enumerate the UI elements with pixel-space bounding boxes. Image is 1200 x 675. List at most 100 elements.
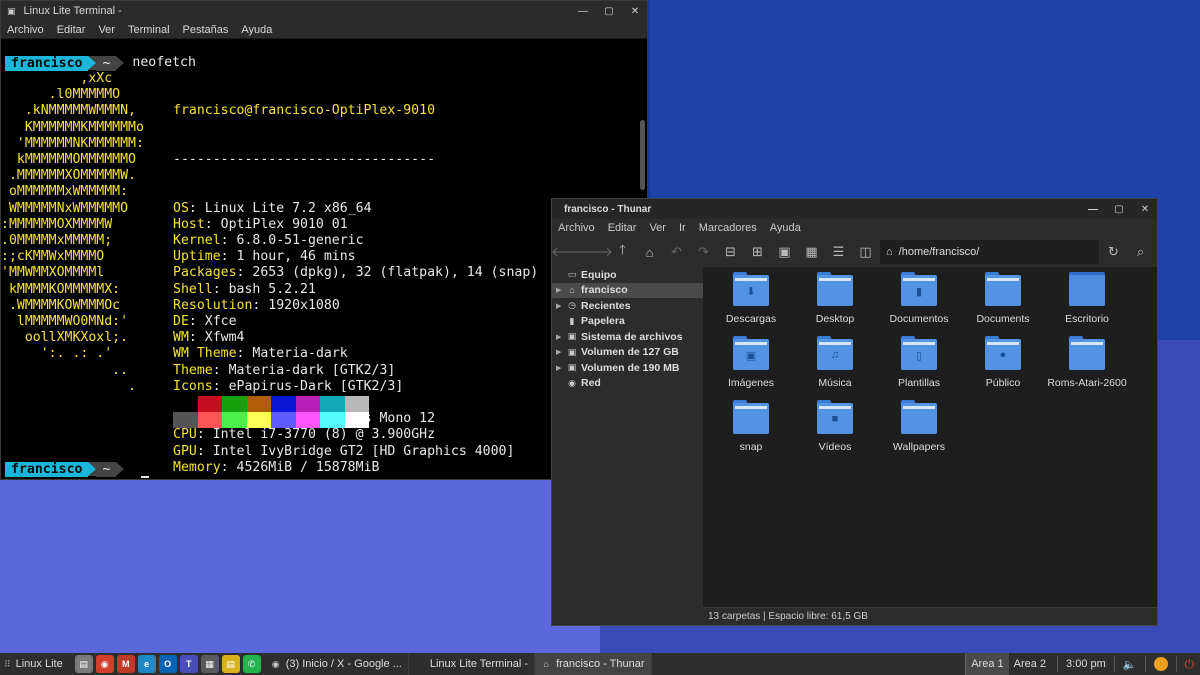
folder-item[interactable]: ▣ Imágenes — [709, 336, 793, 389]
pictures-folder-icon: ▣ — [733, 336, 769, 370]
taskbar-task[interactable]: ◉ (3) Inicio / X - Google ... — [265, 653, 409, 675]
updates-icon[interactable] — [1153, 657, 1168, 671]
folder-item[interactable]: Wallpapers — [877, 400, 961, 453]
home-icon[interactable]: ⌂ — [637, 240, 662, 264]
close-button[interactable]: ✕ — [629, 6, 641, 17]
zoom-out-icon[interactable]: ⊟ — [718, 240, 743, 264]
power-icon[interactable]: ⏻ — [1185, 657, 1195, 672]
icon-view-icon[interactable]: ▦ — [799, 240, 824, 264]
computer-icon: ▭ — [567, 269, 577, 280]
menu-ver[interactable]: Ver — [98, 24, 115, 36]
calculator-launcher-icon[interactable]: ▦ — [200, 655, 219, 673]
sidebar-item-label: Equipo — [581, 268, 617, 281]
folder-item[interactable]: ■ Vídeos — [793, 400, 877, 453]
folder-item[interactable]: ⬇ Descargas — [709, 272, 793, 325]
info-key: Theme — [173, 362, 213, 378]
sidebar-item-recientes[interactable]: ▶ ◷ Recientes — [552, 298, 703, 314]
sidebar-item-volumen-de-190-mb[interactable]: ▶ ▣ Volumen de 190 MB — [552, 360, 703, 376]
search-icon[interactable]: ⌕ — [1128, 240, 1153, 264]
expander-icon[interactable]: ▶ — [556, 302, 563, 310]
palette-swatch — [173, 396, 198, 412]
sidebar-item-sistema-de-archivos[interactable]: ▶ ▣ Sistema de archivos — [552, 329, 703, 345]
menu-editar[interactable]: Editar — [57, 24, 86, 36]
sidebar-item-volumen-de-127-gb[interactable]: ▶ ▣ Volumen de 127 GB — [552, 345, 703, 361]
info-value: Linux Lite 7.2 x86_64 — [204, 200, 372, 216]
start-menu-label: Linux Lite — [15, 658, 63, 670]
zoom-in-icon[interactable]: ⊞ — [745, 240, 770, 264]
zoom-reset-icon[interactable]: ▣ — [772, 240, 797, 264]
launcher-bar: ▤ ◉ Me O T ▦ ▤ ✆ — [71, 655, 265, 673]
workspace-2[interactable]: Area 2 — [1009, 653, 1051, 675]
info-row: Theme: Materia-dark [GTK2/3] — [173, 362, 396, 378]
thunar-window[interactable]: francisco - Thunar — ▢ ✕ Archivo Editar … — [551, 198, 1158, 626]
taskbar-task[interactable]: ⌂ francisco - Thunar — [535, 653, 652, 675]
folder-item[interactable]: ▯ Plantillas — [877, 336, 961, 389]
up-arrow-icon[interactable]: 🡑 — [610, 240, 635, 264]
undo-icon[interactable]: ↶ — [664, 240, 689, 264]
info-value: OptiPlex 9010 01 — [220, 216, 348, 232]
folder-item[interactable]: Roms-Atari-2600 — [1045, 336, 1129, 389]
expander-icon[interactable]: ▶ — [556, 348, 563, 356]
redo-icon[interactable]: ↷ — [691, 240, 716, 264]
workspace-1[interactable]: Area 1 — [965, 653, 1009, 675]
menu-ayuda[interactable]: Ayuda — [770, 222, 801, 234]
expander-icon[interactable]: ▶ — [556, 286, 563, 294]
folder-item[interactable]: Desktop — [793, 272, 877, 325]
forward-arrow-icon[interactable]: 🡒 — [578, 240, 613, 264]
minimize-button[interactable]: — — [1087, 204, 1099, 215]
file-view[interactable]: ⬇ Descargas Desktop ▮ Documentos Documents Esc… — [703, 267, 1157, 607]
folder-item[interactable]: ▮ Documentos — [877, 272, 961, 325]
whatsapp-launcher-icon[interactable]: ✆ — [242, 655, 261, 673]
thunar-titlebar[interactable]: francisco - Thunar — ▢ ✕ — [552, 199, 1157, 219]
menu-archivo[interactable]: Archivo — [7, 24, 44, 36]
notes-launcher-icon[interactable]: ▤ — [221, 655, 240, 673]
logo-line: .MMMMMMXOMMMMMW. — [1, 168, 136, 184]
info-value: 2653 (dpkg), 32 (flatpak), 14 (snap) — [252, 265, 539, 281]
split-view-icon[interactable]: ◫ — [853, 240, 878, 264]
folder-item[interactable]: ● Público — [961, 336, 1045, 389]
expander-icon[interactable]: ▶ — [556, 364, 563, 372]
menu-ir[interactable]: Ir — [679, 222, 686, 234]
menu-ayuda[interactable]: Ayuda — [241, 24, 272, 36]
folder-item[interactable]: ♫ Música — [793, 336, 877, 389]
folder-item[interactable]: Documents — [961, 272, 1045, 325]
info-value: Materia-dark — [252, 346, 348, 362]
edge-launcher-icon[interactable]: e — [137, 655, 156, 673]
menu-editar[interactable]: Editar — [608, 222, 637, 234]
taskbar-task[interactable]: Linux Lite Terminal - — [409, 653, 536, 675]
clock[interactable]: 3:00 pm — [1066, 658, 1106, 670]
sidebar-item-francisco[interactable]: ▶ ⌂ francisco — [552, 282, 703, 298]
menu-ver[interactable]: Ver — [649, 222, 666, 234]
sidebar-item-label: Red — [581, 377, 601, 390]
folder-label: Documents — [976, 313, 1030, 325]
close-button[interactable]: ✕ — [1139, 204, 1151, 215]
menu-pestanas[interactable]: Pestañas — [183, 24, 229, 36]
sidebar-item-red[interactable]: ◉ Red — [552, 376, 703, 392]
maximize-button[interactable]: ▢ — [1113, 204, 1125, 215]
sidebar-item-papelera[interactable]: ▮ Papelera — [552, 314, 703, 330]
outlook-launcher-icon[interactable]: O — [158, 655, 177, 673]
menu-marcadores[interactable]: Marcadores — [699, 222, 757, 234]
maximize-button[interactable]: ▢ — [603, 6, 615, 17]
menu-terminal[interactable]: Terminal — [128, 24, 170, 36]
file-manager-launcher-icon[interactable]: ▤ — [74, 655, 93, 673]
location-bar[interactable]: ⌂ /home/francisco/ — [880, 240, 1099, 264]
info-key: WM — [173, 330, 189, 346]
folder-item[interactable]: snap — [709, 400, 793, 453]
expander-icon[interactable]: ▶ — [556, 333, 563, 341]
menu-archivo[interactable]: Archivo — [558, 222, 595, 234]
sidebar-item-equipo[interactable]: ▭ Equipo — [552, 267, 703, 283]
chrome-launcher-icon[interactable]: ◉ — [95, 655, 114, 673]
terminal-titlebar[interactable]: ▣ Linux Lite Terminal - — ▢ ✕ — [1, 1, 647, 21]
start-menu-button[interactable]: ⠿ Linux Lite — [0, 653, 71, 675]
templates-folder-icon: ▯ — [901, 336, 937, 370]
folder-item[interactable]: Escritorio — [1045, 272, 1129, 325]
terminal-output[interactable]: francisco ~ neofetch ,xXc .l0MMMMMO .kNM… — [1, 40, 637, 479]
info-row: CPU: Intel i7-3770 (8) @ 3.900GHz — [173, 427, 436, 443]
volume-icon[interactable]: 🔈 — [1123, 658, 1137, 671]
teams-launcher-icon[interactable]: T — [179, 655, 198, 673]
minimize-button[interactable]: — — [577, 6, 589, 17]
list-view-icon[interactable]: ☰ — [826, 240, 851, 264]
gmail-launcher-icon[interactable]: M — [116, 655, 135, 673]
reload-icon[interactable]: ↻ — [1101, 240, 1126, 264]
